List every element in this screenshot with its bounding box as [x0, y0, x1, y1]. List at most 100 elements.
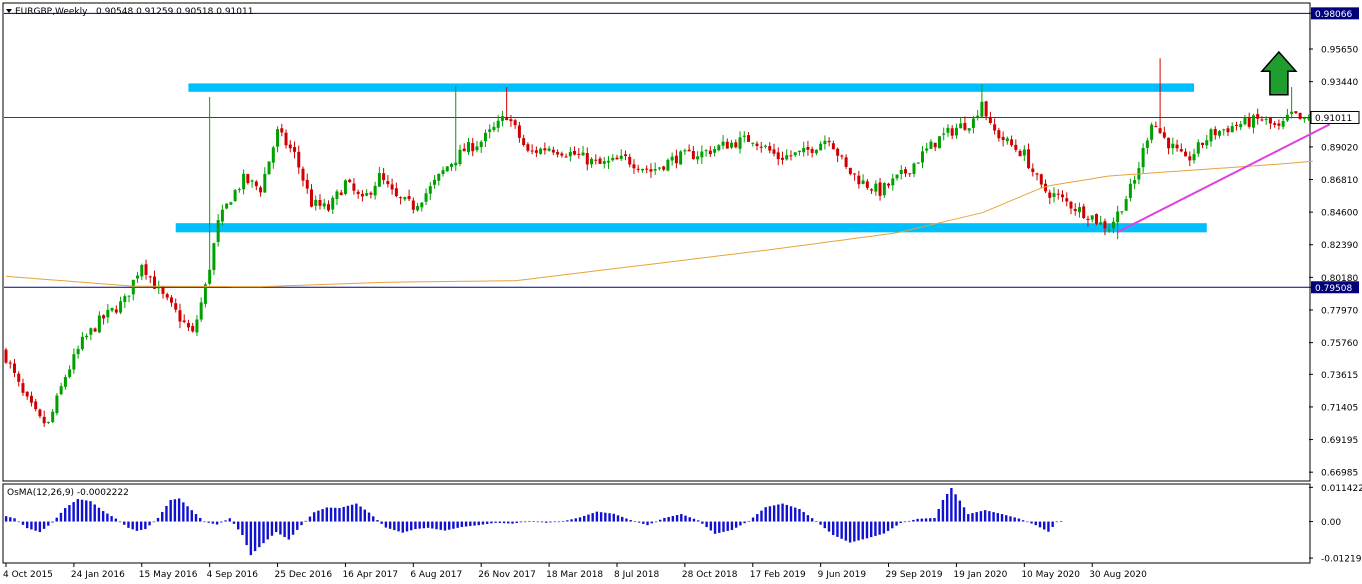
osma-bar — [734, 521, 738, 528]
osma-bar — [346, 505, 350, 522]
osma-bar — [93, 504, 96, 522]
osma-tick-label: -0.012191 — [1321, 555, 1362, 565]
osma-bar — [810, 518, 814, 522]
osma-bar — [380, 521, 383, 524]
osma-bar — [705, 521, 708, 528]
candle — [1094, 213, 1098, 226]
zone-rect-2 — [175, 223, 1207, 233]
osma-bar — [899, 521, 902, 524]
osma-bar — [97, 507, 101, 522]
osma-bar — [545, 521, 548, 523]
osma-bar — [182, 502, 185, 522]
osma-bar — [1005, 515, 1008, 522]
osma-bar — [621, 516, 624, 522]
osma-bar — [456, 521, 459, 528]
osma-bar — [169, 499, 172, 522]
osma-bar — [401, 521, 404, 533]
osma-bar — [557, 521, 561, 523]
osma-bar — [1043, 521, 1046, 530]
osma-bar — [637, 521, 641, 523]
osma-bar — [287, 521, 291, 540]
osma-bar — [448, 521, 451, 530]
symbol-label: EURGBP,Weekly — [15, 7, 88, 17]
osma-bar — [393, 521, 396, 531]
osma-bar — [477, 521, 480, 526]
osma-bar — [650, 521, 653, 524]
y-tick-label: 0.98066 — [1315, 10, 1352, 20]
osma-bar — [59, 512, 63, 522]
osma-bar — [878, 521, 881, 535]
osma-bar — [566, 520, 569, 522]
osma-bar — [139, 521, 143, 530]
osma-bar — [89, 501, 92, 522]
osma-bar — [405, 521, 409, 532]
osma-bar — [1038, 521, 1042, 528]
osma-bar — [38, 521, 42, 533]
y-tick-label: 0.91011 — [1315, 114, 1352, 124]
osma-bar — [511, 521, 514, 524]
osma-bar — [376, 520, 379, 522]
y-tick-label: 0.66985 — [1321, 469, 1358, 479]
osma-bar — [270, 521, 274, 536]
osma-bar — [245, 521, 248, 546]
osma-bar — [85, 500, 88, 522]
candle — [55, 393, 59, 416]
osma-bar — [806, 515, 810, 522]
y-tick-label: 0.82390 — [1321, 241, 1358, 251]
osma-bar — [224, 520, 227, 522]
osma-bar — [135, 521, 139, 531]
osma-bar — [815, 521, 818, 522]
osma-bar — [329, 507, 333, 522]
osma-bar — [612, 513, 615, 522]
candle — [937, 136, 941, 149]
osma-bar — [490, 521, 493, 524]
osma-bar — [1026, 521, 1029, 523]
osma-bar — [249, 521, 253, 556]
osma-bar — [68, 505, 71, 522]
osma-bar — [633, 521, 637, 522]
osma-bar — [874, 521, 877, 536]
osma-bar — [203, 521, 206, 523]
osma-bar — [47, 521, 50, 526]
y-tick-label: 0.79508 — [1315, 284, 1352, 294]
osma-bar — [578, 517, 582, 522]
osma-bar — [975, 512, 978, 522]
candle — [267, 161, 271, 175]
osma-bar — [667, 516, 670, 522]
osma-bar — [587, 514, 590, 522]
y-tick-label: 0.69195 — [1321, 436, 1358, 446]
osma-bar — [540, 521, 544, 523]
osma-bar — [983, 510, 987, 522]
osma-bar — [4, 516, 8, 522]
osma-bar — [308, 516, 312, 522]
osma-bar — [979, 511, 983, 522]
osma-bar — [870, 521, 873, 538]
osma-bar — [17, 521, 20, 523]
osma-bar — [220, 521, 223, 523]
osma-bar — [916, 518, 919, 522]
osma-bar — [671, 516, 675, 522]
osma-bar — [63, 508, 67, 522]
osma-bar — [106, 513, 109, 522]
osma-bar — [300, 521, 303, 526]
osma-bar — [199, 517, 202, 522]
osma-bar — [701, 521, 704, 524]
osma-bar — [9, 517, 12, 522]
candle — [4, 347, 8, 365]
osma-bar — [30, 521, 33, 530]
osma-bar — [1034, 521, 1037, 526]
osma-bar — [55, 517, 58, 522]
osma-bar — [1000, 514, 1004, 522]
osma-bar — [675, 515, 679, 522]
osma-bar — [777, 504, 780, 522]
osma-bar — [274, 521, 278, 533]
osma-bar — [519, 521, 523, 523]
y-tick-label: 0.89020 — [1321, 143, 1358, 153]
osma-bar — [118, 521, 122, 523]
osma-bar — [798, 508, 801, 522]
x-tick-label: 4 Sep 2016 — [207, 570, 259, 580]
osma-bar — [772, 505, 776, 522]
osma-bar — [334, 507, 337, 522]
x-tick-label: 24 Jan 2016 — [71, 570, 125, 580]
x-tick-label: 18 Mar 2018 — [546, 570, 603, 580]
